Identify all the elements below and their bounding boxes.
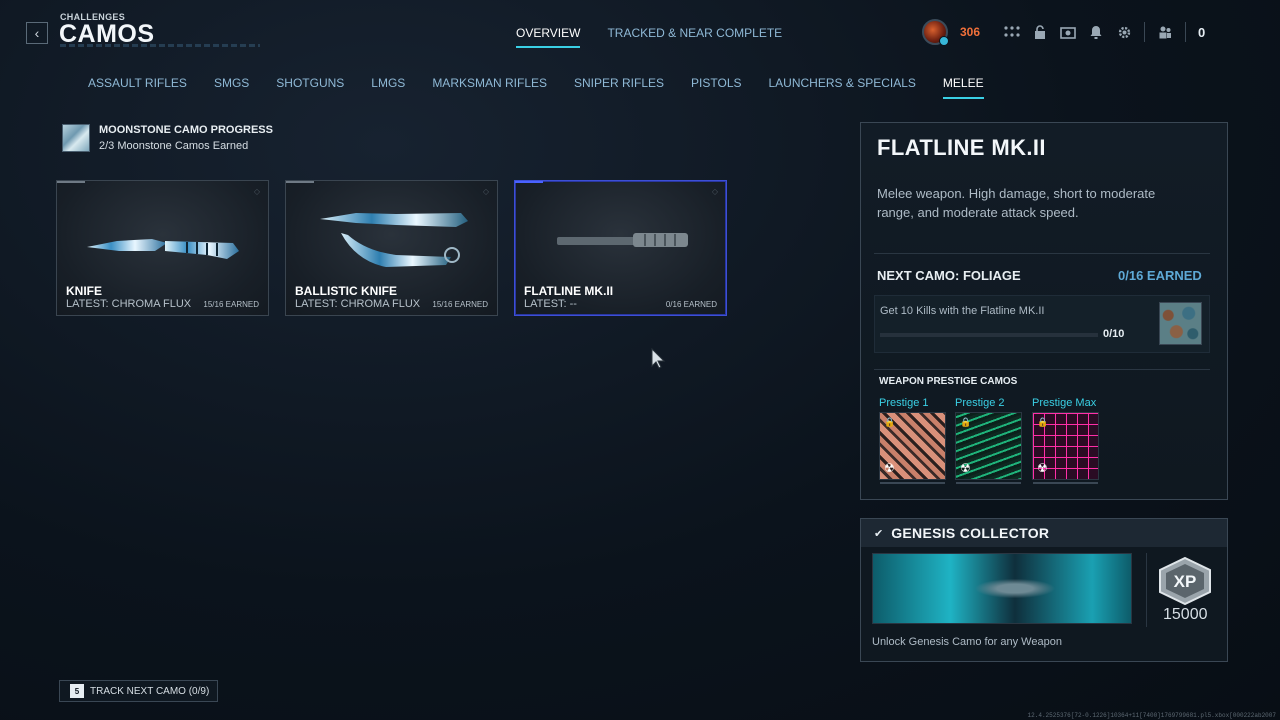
moonstone-camo-swatch <box>62 124 90 152</box>
prestige-1-label: Prestige 1 <box>879 397 929 409</box>
currency-count: 306 <box>960 25 981 39</box>
lock-icon: 🔒 <box>884 417 896 427</box>
gear-icon[interactable] <box>1116 24 1132 40</box>
weapon-card-knife[interactable]: ◇ KNIFE LATEST: CHROMA FLUX 15/16 EARNED <box>56 180 269 316</box>
panel-divider <box>874 253 1210 254</box>
check-icon: ✔ <box>874 527 884 540</box>
back-button[interactable]: ‹ <box>26 22 48 44</box>
mouse-cursor-icon <box>651 348 666 369</box>
prestige-max-camo[interactable]: 🔒 ☢ <box>1032 412 1099 484</box>
xp-badge-icon: XP <box>1159 556 1211 606</box>
bell-icon[interactable] <box>1088 24 1104 40</box>
tab-assault-rifles[interactable]: ASSAULT RIFLES <box>88 76 187 99</box>
weapon-latest-camo: LATEST: -- <box>524 298 577 310</box>
flatline-mk2-image <box>557 233 688 247</box>
hud-divider <box>1185 22 1187 42</box>
challenge-progress-bar <box>880 333 1098 337</box>
prestige-underline <box>880 482 945 484</box>
lock-icon[interactable] <box>1032 24 1048 40</box>
tab-smgs[interactable]: SMGS <box>214 76 249 99</box>
xp-reward-value: 15000 <box>1163 606 1208 623</box>
genesis-title: GENESIS COLLECTOR <box>891 525 1050 541</box>
prestige-camos-label: WEAPON PRESTIGE CAMOS <box>879 376 1018 387</box>
build-string: 12.4.2525376[72-0.1226]10364+11[7400]176… <box>1027 712 1276 719</box>
category-tabs: ASSAULT RIFLES SMGS SHOTGUNS LMGS MARKSM… <box>88 76 984 99</box>
weapon-name: FLATLINE MK.II <box>524 284 614 298</box>
prestige-emblem-icon: ☢ <box>960 461 971 475</box>
weapon-card-flatline-mk2[interactable]: ◇ FLATLINE MK.II LATEST: -- 0/16 EARNED <box>514 180 727 316</box>
tab-pistols[interactable]: PISTOLS <box>691 76 741 99</box>
weapon-latest-camo: LATEST: CHROMA FLUX <box>295 298 421 310</box>
weapon-name: BALLISTIC KNIFE <box>295 284 397 298</box>
lock-icon: 🔒 <box>960 417 972 427</box>
grid-icon[interactable] <box>1004 24 1020 40</box>
detail-title: FLATLINE MK.II <box>877 135 1046 160</box>
tab-lmgs[interactable]: LMGS <box>371 76 405 99</box>
avatar[interactable] <box>922 19 949 46</box>
tab-shotguns[interactable]: SHOTGUNS <box>276 76 344 99</box>
tab-marksman-rifles[interactable]: MARKSMAN RIFLES <box>432 76 547 99</box>
challenge-text: Get 10 Kills with the Flatline MK.II <box>880 305 1045 317</box>
camera-icon[interactable] <box>1060 24 1076 40</box>
genesis-divider <box>1146 553 1147 627</box>
prestige-1-camo[interactable]: 🔒 ☢ <box>879 412 946 484</box>
prestige-2-label: Prestige 2 <box>955 397 1005 409</box>
genesis-camo-image <box>872 553 1132 624</box>
weapon-latest-camo: LATEST: CHROMA FLUX <box>66 298 192 310</box>
prestige-emblem-icon: ☢ <box>884 461 895 475</box>
hud-divider <box>1144 22 1146 42</box>
tab-tracked-near-complete[interactable]: TRACKED & NEAR COMPLETE <box>607 26 782 48</box>
weapon-earned-count: 15/16 EARNED <box>203 300 259 309</box>
knife-image <box>87 239 239 259</box>
prestige-underline <box>956 482 1021 484</box>
moonstone-subtitle: 2/3 Moonstone Camos Earned <box>99 140 249 152</box>
key-hint-icon: 5 <box>70 684 84 698</box>
chevron-left-icon: ‹ <box>34 25 40 41</box>
detail-description: Melee weapon. High damage, short to mode… <box>877 186 1156 220</box>
track-next-camo-button[interactable]: 5 TRACK NEXT CAMO (0/9) <box>59 680 219 702</box>
tab-sniper-rifles[interactable]: SNIPER RIFLES <box>574 76 664 99</box>
prestige-underline <box>1033 482 1098 484</box>
hud-bar: 306 0 <box>922 18 1205 46</box>
challenge-count: 0/10 <box>1103 328 1125 340</box>
panel-divider <box>874 369 1210 370</box>
tab-overview[interactable]: OVERVIEW <box>516 26 581 48</box>
foliage-camo-swatch <box>1159 302 1202 345</box>
tab-melee[interactable]: MELEE <box>942 76 984 99</box>
lock-icon: 🔒 <box>1037 417 1049 427</box>
xp-label: XP <box>1174 572 1197 591</box>
moonstone-title: MOONSTONE CAMO PROGRESS <box>99 124 273 136</box>
prestige-emblem-icon: ☢ <box>1037 461 1048 475</box>
next-camo-earned: 0/16 EARNED <box>1118 268 1202 283</box>
genesis-header: ✔ GENESIS COLLECTOR <box>861 519 1227 547</box>
weapon-card-ballistic-knife[interactable]: ◇ BALLISTIC KNIFE LATEST: CHROMA FLUX 15… <box>285 180 498 316</box>
genesis-description: Unlock Genesis Camo for any Weapon <box>872 636 1062 648</box>
weapon-earned-count: 15/16 EARNED <box>432 300 488 309</box>
prestige-max-label: Prestige Max <box>1032 397 1097 409</box>
weapon-name: KNIFE <box>66 284 102 298</box>
title-decoration <box>60 44 260 47</box>
track-next-camo-label: TRACK NEXT CAMO (0/9) <box>90 685 210 697</box>
party-icon[interactable] <box>1157 24 1173 40</box>
top-tabs: OVERVIEW TRACKED & NEAR COMPLETE <box>516 26 782 48</box>
party-count: 0 <box>1198 24 1206 40</box>
ballistic-knife-image <box>320 213 468 267</box>
tab-launchers-specials[interactable]: LAUNCHERS & SPECIALS <box>769 76 916 99</box>
next-camo-label: NEXT CAMO: FOLIAGE <box>877 268 1021 283</box>
prestige-2-camo[interactable]: 🔒 ☢ <box>955 412 1022 484</box>
weapon-earned-count: 0/16 EARNED <box>665 300 717 309</box>
